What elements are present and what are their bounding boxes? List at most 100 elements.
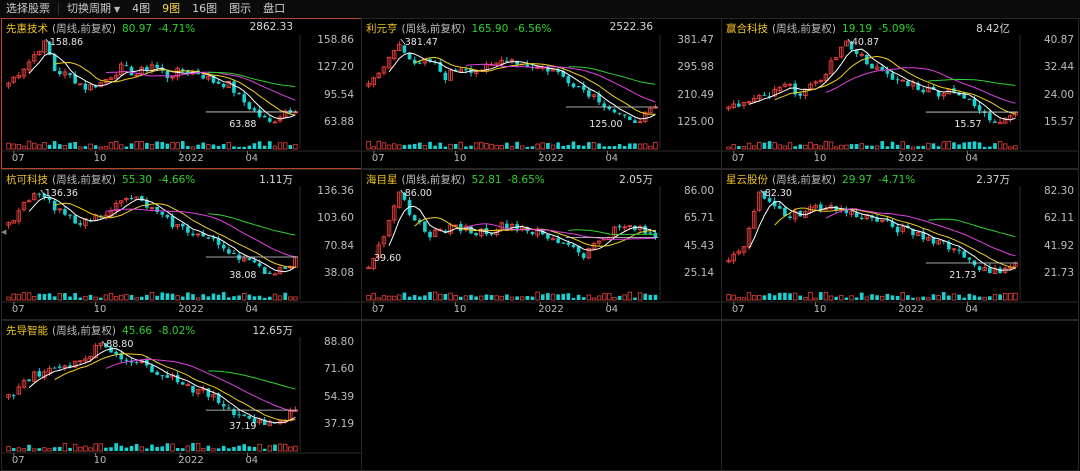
volume-bar [607,146,612,149]
candle-body [576,86,581,88]
candle [227,404,231,410]
layout-4-button[interactable]: 4图 [126,0,156,18]
moving-average-line-ma5 [748,200,1016,271]
candle [438,59,443,73]
candle-body [175,375,180,383]
volume-bar [42,142,47,150]
volume-bar [972,141,977,149]
volume-bar [376,140,382,150]
volume-bar [237,146,241,149]
volume-bar [788,293,792,300]
volume-bar [221,292,226,300]
candle-body [967,257,972,260]
volume-bar [195,442,201,452]
chart-panel[interactable]: 星云股份 (周线,前复权) 29.97 -4.71% 2.37万 82.30 62.11 41… [721,169,1079,320]
volume-bar [798,295,803,300]
candle [366,265,371,269]
volume-bar [366,294,371,301]
volume-bar [484,294,489,300]
order-book-button[interactable]: 盘口 [257,0,291,18]
candle-body [191,385,195,393]
volume-bar [57,446,62,451]
layout-16-button[interactable]: 16图 [186,0,223,18]
volume-bar [622,145,627,149]
price-axis-label: 127.20 [317,61,354,74]
volume-bar [252,296,257,300]
chart-panel[interactable]: 杭可科技 (周线,前复权) 55.30 -4.66% 1.11万 136.36 103.60… [1,169,362,320]
volume-bar [906,295,910,300]
candle [57,208,63,214]
time-axis-label: 10 [93,455,107,466]
candle [113,72,119,80]
volume-bar [813,144,818,150]
candle-body [11,395,16,397]
time-axis-label: 07 [731,153,745,164]
volume-bar [268,141,272,149]
price-axis-label: 25.14 [683,267,714,279]
volume-bar [556,142,560,149]
candle [103,211,109,221]
candle [844,206,849,217]
volume-bar [371,146,376,150]
candle [874,62,880,71]
candle [834,205,838,213]
volume-bar [376,297,382,301]
candle-body [967,98,972,100]
volume-bar [997,141,1003,150]
volume-bar [859,143,864,150]
candle [972,260,977,268]
layout-9-button[interactable]: 9图 [156,0,186,18]
low-price-marker: 37.19 [229,421,257,432]
candle [139,195,144,202]
volume-bar [31,142,37,150]
candle-body [262,267,267,274]
candle [967,256,972,264]
volume-bar [653,294,658,300]
volume-bar [741,297,747,301]
candle-body [489,233,494,235]
candle [124,357,129,365]
chart-panel[interactable]: 赢合科技 (周线,前复权) 19.19 -5.09% 8.42亿 40.87 32.44 24… [721,18,1079,169]
moving-average-line-ma10 [774,207,1016,268]
candle [890,218,895,228]
volume-bar [874,145,880,150]
volume-bar [21,292,27,301]
volume-bar [859,292,864,300]
switch-period-dropdown[interactable]: 切换周期 ▼ [61,0,126,19]
candle-body [155,64,159,68]
time-axis-label: 07 [731,304,745,315]
chart-panel[interactable]: 先惠技术 (周线,前复权) 80.97 -4.71% 2862.33 158.86 127.… [1,18,362,169]
candle [397,191,402,209]
price-axis-label: 62.11 [1043,212,1074,225]
candle-body [859,217,864,219]
select-stock-button[interactable]: 选择股票 [0,0,56,18]
chart-panel[interactable]: 海目星 (周线,前复权) 52.81 -8.65% 2.05万 86.00 65.71 45.… [361,169,722,320]
candle-body [921,89,926,93]
candle-body [428,231,432,238]
candle [967,98,972,100]
volume-bar [833,146,839,150]
candle-body [247,258,252,260]
candle [37,50,42,56]
chart-panel[interactable]: 先导智能 (周线,前复权) 45.66 -8.02% 12.65万 88.80 71.60 5… [1,320,362,471]
candle [818,79,824,84]
volume-bar [946,141,952,150]
volume-bar [762,142,767,149]
candle-body [737,103,741,107]
chart-panel[interactable]: 利元亨 (周线,前复权) 165.90 -6.56% 2522.36 381.47 295.… [361,18,722,169]
candle [622,224,627,232]
price-axis-label: 21.73 [1043,267,1074,279]
volume-bar [170,141,175,150]
volume-bar [78,446,83,452]
candle [160,375,165,380]
candle-body [57,71,62,75]
volume-bar [103,294,109,301]
collapse-arrow-icon[interactable]: ◀ [1,228,6,236]
volume-bar [113,141,119,150]
volume-bar [612,146,617,149]
time-axis-label: 2022 [178,304,204,315]
candle-body [972,98,977,107]
candle-body [227,407,231,409]
legend-button[interactable]: 图示 [223,0,257,18]
candle [381,235,387,248]
